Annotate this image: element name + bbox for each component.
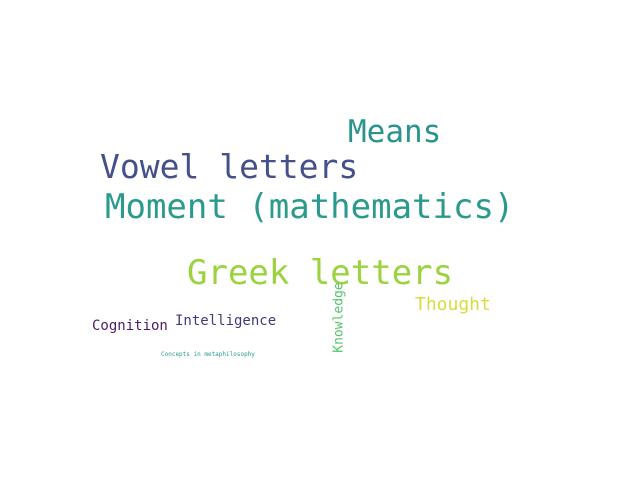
word-cloud: Means Vowel letters Moment (mathematics)…	[0, 0, 640, 480]
word-knowledge: Knowledge	[331, 282, 347, 353]
word-moment-mathematics: Moment (mathematics)	[105, 187, 515, 227]
word-greek-letters: Greek letters	[187, 253, 454, 293]
word-vowel-letters: Vowel letters	[100, 147, 359, 186]
word-means: Means	[348, 114, 442, 150]
word-cognition: Cognition	[92, 318, 168, 334]
word-concepts-in-metaphilosophy: Concepts in metaphilosophy	[161, 351, 255, 358]
word-intelligence: Intelligence	[175, 313, 277, 329]
word-thought: Thought	[415, 294, 491, 315]
